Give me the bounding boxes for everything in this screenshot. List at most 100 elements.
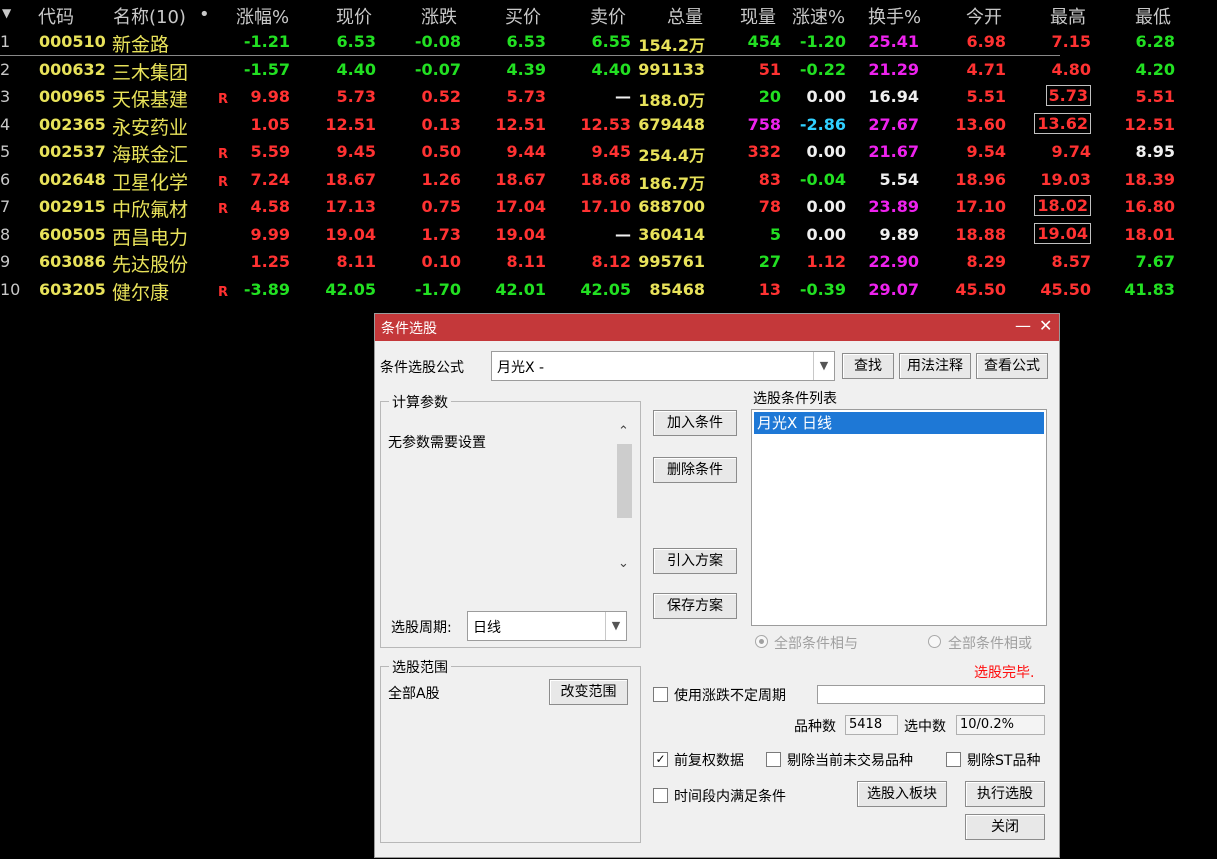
scroll-thumb[interactable] — [617, 444, 632, 518]
scroll-up-icon[interactable]: ⌃ — [618, 424, 629, 439]
cell-open: 4.71 — [966, 59, 1006, 79]
condition-list-item[interactable]: 月光X 日线 — [754, 412, 1044, 434]
fq-checkbox[interactable]: ✓ — [653, 752, 668, 767]
chevron-down-icon[interactable]: ▼ — [813, 352, 834, 380]
table-row[interactable]: 8 600505 西昌电力 9.99 19.04 1.73 19.04 — 360414 5 0.0… — [0, 222, 1217, 249]
chevron-down-icon[interactable]: ▼ — [605, 612, 626, 640]
cell-name: 三木集团 — [112, 61, 189, 84]
table-row[interactable]: 6 002648 卫星化学 R 7.24 18.67 1.26 18.67 18.68 186.7… — [0, 167, 1217, 194]
cell-ask: 17.10 — [580, 197, 631, 216]
exclude-nontrade-checkbox[interactable] — [766, 752, 781, 767]
close-button[interactable]: 关闭 — [965, 814, 1045, 840]
col-low[interactable]: 最低 — [1135, 3, 1171, 29]
cell-bid: 12.51 — [495, 114, 546, 134]
cell-bid: 9.44 — [506, 142, 546, 161]
all-or-radio[interactable] — [928, 635, 941, 648]
cell-high: 45.50 — [1040, 279, 1091, 299]
count-value: 5418 — [845, 715, 898, 735]
cell-cur-vol: 5 — [769, 224, 781, 244]
cell-chg: 0.13 — [421, 114, 461, 134]
cell-vol: 188.0万 — [638, 91, 705, 110]
params-scrollbar[interactable]: ⌃ ⌄ — [616, 420, 633, 578]
cell-vol: 688700 — [638, 197, 705, 216]
cell-bid: 18.67 — [495, 169, 546, 189]
cell-name: 先达股份 — [112, 254, 189, 276]
cell-open: 17.10 — [955, 197, 1006, 216]
cell-chg-pct: 4.58 — [250, 197, 290, 216]
table-row[interactable]: 3 000965 天保基建 R 9.98 5.73 0.52 5.73 — 188.0万 20 0.0… — [0, 84, 1217, 111]
formula-select[interactable]: 月光X - ▼ — [491, 351, 835, 381]
col-turnover[interactable]: 换手% — [868, 3, 921, 29]
cell-vol: 85468 — [649, 279, 705, 299]
period-select[interactable]: 日线 ▼ — [467, 611, 627, 641]
delete-condition-button[interactable]: 删除条件 — [653, 457, 737, 483]
dialog-titlebar[interactable]: 条件选股 — ✕ — [375, 314, 1059, 341]
condition-list-label: 选股条件列表 — [753, 391, 837, 407]
cell-price: 5.73 — [336, 87, 376, 106]
col-bid[interactable]: 买价 — [505, 3, 541, 29]
table-row[interactable]: 5 002537 海联金汇 R 5.59 9.45 0.50 9.44 9.45 254.4万 33… — [0, 139, 1217, 166]
cell-chg: 0.52 — [421, 87, 461, 106]
period-input[interactable] — [817, 685, 1045, 704]
cell-code: 002365 — [39, 114, 106, 134]
change-range-button[interactable]: 改变范围 — [549, 679, 628, 705]
view-formula-button[interactable]: 查看公式 — [976, 353, 1048, 379]
cell-turnover: 21.67 — [868, 142, 919, 161]
all-and-label: 全部条件相与 — [774, 636, 858, 652]
table-row[interactable]: 10 603205 健尔康 R -3.89 42.05 -1.70 42.01 42.05 854… — [0, 277, 1217, 304]
all-and-radio[interactable] — [755, 635, 768, 648]
cell-turnover: 21.29 — [868, 59, 919, 79]
cell-high: 9.74 — [1051, 142, 1091, 161]
all-or-label: 全部条件相或 — [948, 636, 1032, 652]
cell-low: 4.20 — [1135, 59, 1175, 79]
exclude-st-checkbox[interactable] — [946, 752, 961, 767]
cell-r: R — [218, 284, 229, 300]
col-speed[interactable]: 涨速% — [792, 3, 845, 29]
table-row[interactable]: 4 002365 永安药业 1.05 12.51 0.13 12.51 12.53 679448… — [0, 112, 1217, 139]
col-ask[interactable]: 卖价 — [590, 3, 626, 29]
execute-select-button[interactable]: 执行选股 — [965, 781, 1045, 807]
col-chg[interactable]: 涨跌 — [421, 3, 457, 29]
timerange-checkbox[interactable] — [653, 788, 668, 803]
table-row[interactable]: 9 603086 先达股份 1.25 8.11 0.10 8.11 8.12 995761 27 1… — [0, 249, 1217, 276]
cell-low: 5.51 — [1135, 87, 1175, 106]
condition-list[interactable]: 月光X 日线 — [751, 409, 1047, 626]
close-icon[interactable]: ✕ — [1039, 316, 1052, 335]
save-scheme-button[interactable]: 保存方案 — [653, 593, 737, 619]
col-code[interactable]: 代码 — [38, 3, 74, 29]
find-button[interactable]: 查找 — [842, 353, 894, 379]
col-chg-pct[interactable]: 涨幅% — [236, 3, 289, 29]
usage-notes-button[interactable]: 用法注释 — [899, 353, 971, 379]
col-price[interactable]: 现价 — [336, 3, 372, 29]
status-done-text: 选股完毕. — [974, 665, 1035, 681]
minimize-icon[interactable]: — — [1015, 316, 1031, 335]
col-name[interactable]: 名称(10) — [113, 3, 186, 29]
cell-bid: 6.53 — [506, 32, 546, 51]
cell-speed: -0.22 — [799, 59, 846, 79]
import-scheme-button[interactable]: 引入方案 — [653, 548, 737, 574]
cell-speed: -0.39 — [799, 279, 846, 299]
col-volume[interactable]: 总量 — [667, 3, 703, 29]
cell-ask: 4.40 — [591, 59, 631, 79]
col-cur-vol[interactable]: 现量 — [740, 3, 776, 29]
cell-chg: -0.07 — [414, 59, 461, 79]
col-open[interactable]: 今开 — [966, 3, 1002, 29]
cell-price: 9.45 — [336, 142, 376, 161]
cell-open: 45.50 — [955, 279, 1006, 299]
table-row[interactable]: 7 002915 中欣氟材 R 4.58 17.13 0.75 17.04 17.10 68870… — [0, 194, 1217, 221]
table-row[interactable]: 2 000632 三木集团 -1.57 4.40 -0.07 4.39 4.40 991133 5… — [0, 57, 1217, 84]
col-high[interactable]: 最高 — [1050, 3, 1086, 29]
table-row[interactable]: 1 000510 新金路 -1.21 6.53 -0.08 6.53 6.55 154.2万 45… — [0, 29, 1217, 56]
sort-triangle-icon[interactable]: ▼ — [2, 6, 11, 20]
cell-bid: 4.39 — [506, 59, 546, 79]
use-period-checkbox[interactable] — [653, 687, 668, 702]
cell-code: 603086 — [39, 252, 106, 271]
to-block-button[interactable]: 选股入板块 — [857, 781, 947, 807]
scroll-down-icon[interactable]: ⌄ — [618, 556, 629, 571]
cell-code: 600505 — [39, 224, 106, 244]
cell-low: 41.83 — [1124, 279, 1175, 299]
add-condition-button[interactable]: 加入条件 — [653, 410, 737, 436]
cell-speed: 1.12 — [806, 252, 846, 271]
row-divider — [0, 55, 1060, 56]
cell-chg: -1.70 — [414, 279, 461, 299]
